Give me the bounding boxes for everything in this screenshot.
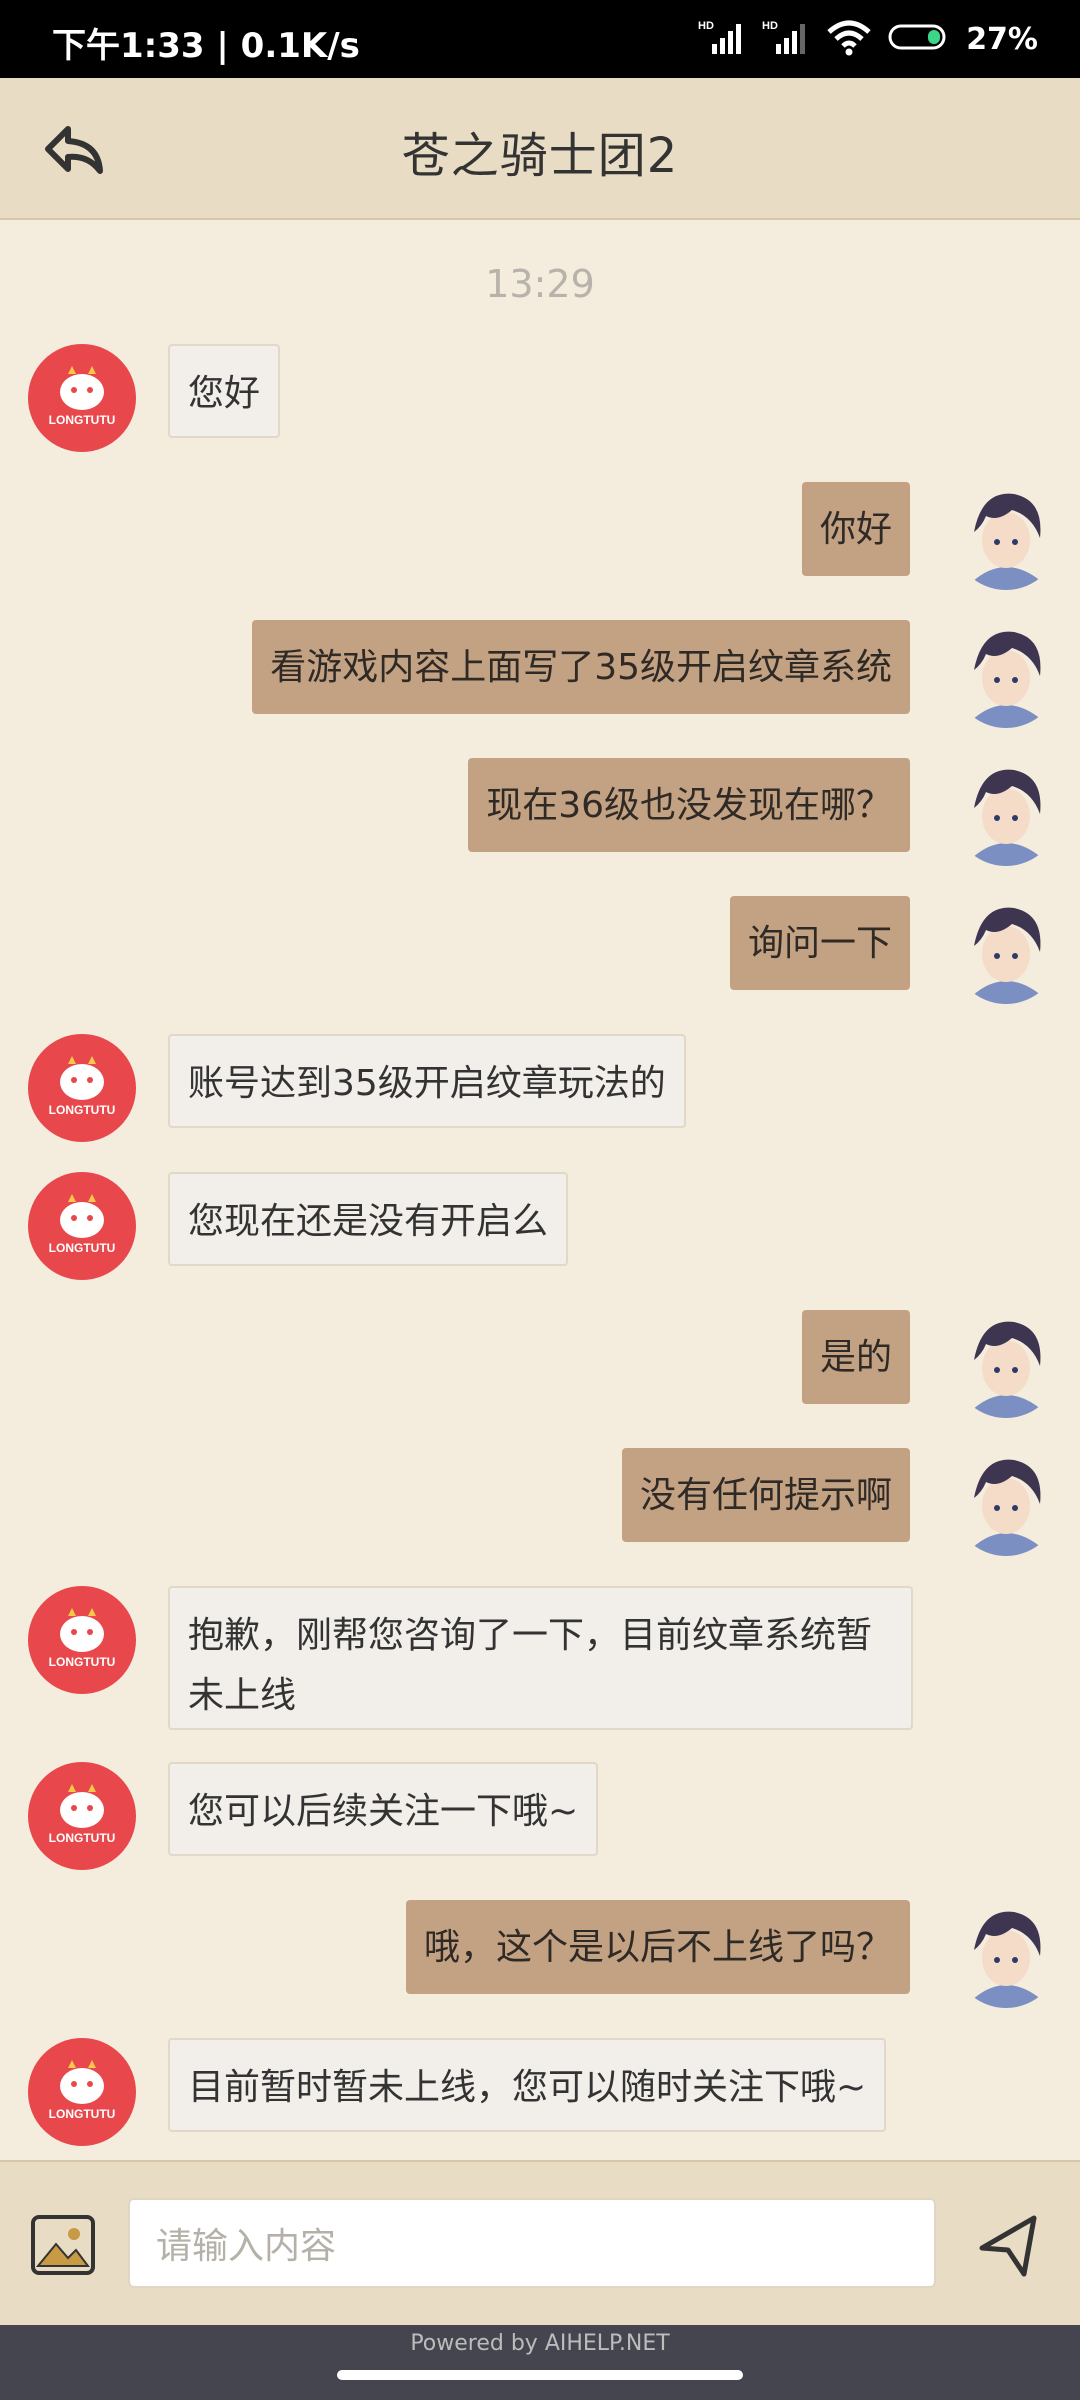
user-avatar <box>952 482 1060 590</box>
user-message: 你好 <box>801 482 910 576</box>
user-message: 是的 <box>801 1310 910 1404</box>
bot-avatar: LONGTUTU <box>28 344 136 452</box>
send-button[interactable] <box>976 2214 1040 2278</box>
chat-header: 苍之骑士团2 <box>0 78 1080 220</box>
svg-text:LONGTUTU: LONGTUTU <box>49 413 116 427</box>
user-avatar <box>952 1310 1060 1418</box>
wifi-icon <box>826 18 872 60</box>
battery-icon <box>888 22 950 56</box>
bot-avatar: LONGTUTU <box>28 1762 136 1870</box>
bot-message: 抱歉，刚帮您咨询了一下，目前纹章系统暂未上线 <box>168 1586 913 1730</box>
bot-avatar: LONGTUTU <box>28 1586 136 1694</box>
user-avatar <box>952 1448 1060 1556</box>
image-icon <box>31 2215 95 2275</box>
bot-message: 您好 <box>168 344 281 438</box>
user-avatar <box>952 896 1060 1004</box>
svg-text:LONGTUTU: LONGTUTU <box>49 1241 116 1255</box>
user-message: 询问一下 <box>729 896 910 990</box>
home-indicator[interactable] <box>337 2370 743 2380</box>
message-timestamp: 13:29 <box>485 262 595 306</box>
status-icons: HD HD 27% <box>698 14 1038 64</box>
svg-text:LONGTUTU: LONGTUTU <box>49 1103 116 1117</box>
bot-avatar: LONGTUTU <box>28 1172 136 1280</box>
bot-avatar: LONGTUTU <box>28 2038 136 2146</box>
message-input[interactable]: 请输入内容 <box>128 2198 936 2288</box>
user-avatar <box>952 758 1060 866</box>
image-button[interactable] <box>30 2214 96 2276</box>
input-placeholder: 请输入内容 <box>156 2226 337 2267</box>
bot-message: 您现在还是没有开启么 <box>168 1172 569 1266</box>
user-avatar <box>952 1900 1060 2008</box>
page-title: 苍之骑士团2 <box>401 128 679 184</box>
svg-text:LONGTUTU: LONGTUTU <box>49 1655 116 1669</box>
user-avatar <box>952 620 1060 728</box>
user-message: 现在36级也没发现在哪？ <box>468 758 910 852</box>
signal-icon: HD <box>698 18 746 60</box>
powered-by-text: Powered by AIHELP.NET <box>410 2331 670 2356</box>
battery-level: 27% <box>966 21 1038 57</box>
chat-list[interactable]: 13:29 LONGTUTU 您好 你好 看游戏内容上面写了35级开启纹章系统 <box>0 218 1080 2158</box>
svg-text:LONGTUTU: LONGTUTU <box>49 1831 116 1845</box>
svg-text:HD: HD <box>698 20 714 32</box>
send-icon <box>979 2215 1037 2277</box>
status-time-speed: 下午1:33 | 0.1K/s <box>52 26 360 66</box>
input-bar: 请输入内容 <box>0 2160 1080 2327</box>
status-bar: 下午1:33 | 0.1K/s HD HD 27% <box>0 0 1080 78</box>
user-message: 没有任何提示啊 <box>621 1448 910 1542</box>
svg-text:LONGTUTU: LONGTUTU <box>49 2107 116 2121</box>
svg-text:HD: HD <box>762 20 778 32</box>
bot-message: 您可以后续关注一下哦~ <box>168 1762 599 1856</box>
user-message: 看游戏内容上面写了35级开启纹章系统 <box>252 620 910 714</box>
bot-message: 账号达到35级开启纹章玩法的 <box>168 1034 686 1128</box>
user-message: 哦，这个是以后不上线了吗？ <box>405 1900 910 1994</box>
bot-message: 目前暂时暂未上线，您可以随时关注下哦~ <box>168 2038 887 2132</box>
powered-by-bar: Powered by AIHELP.NET <box>0 2325 1080 2400</box>
signal-icon: HD <box>762 18 810 60</box>
bot-avatar: LONGTUTU <box>28 1034 136 1142</box>
